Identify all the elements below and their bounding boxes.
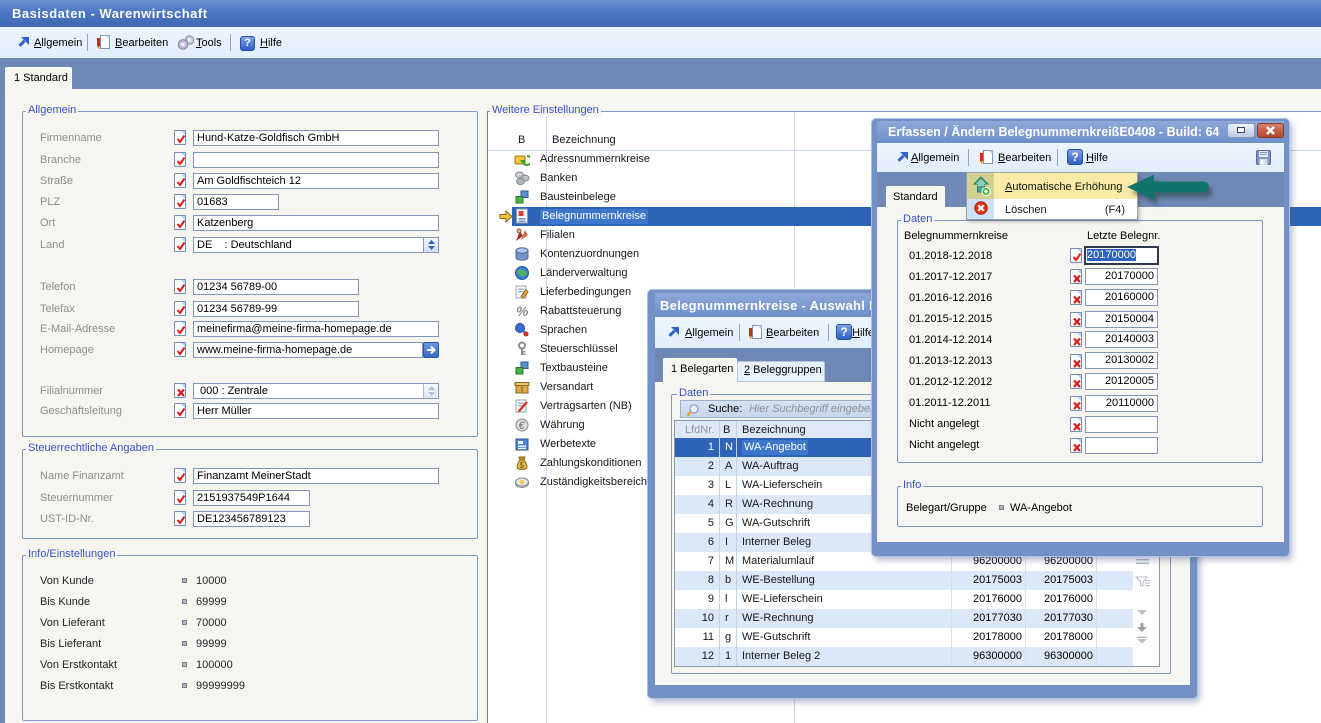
svg-text:%: %	[516, 303, 529, 319]
svg-text:€: €	[519, 420, 526, 432]
svg-text:$: $	[520, 461, 525, 470]
